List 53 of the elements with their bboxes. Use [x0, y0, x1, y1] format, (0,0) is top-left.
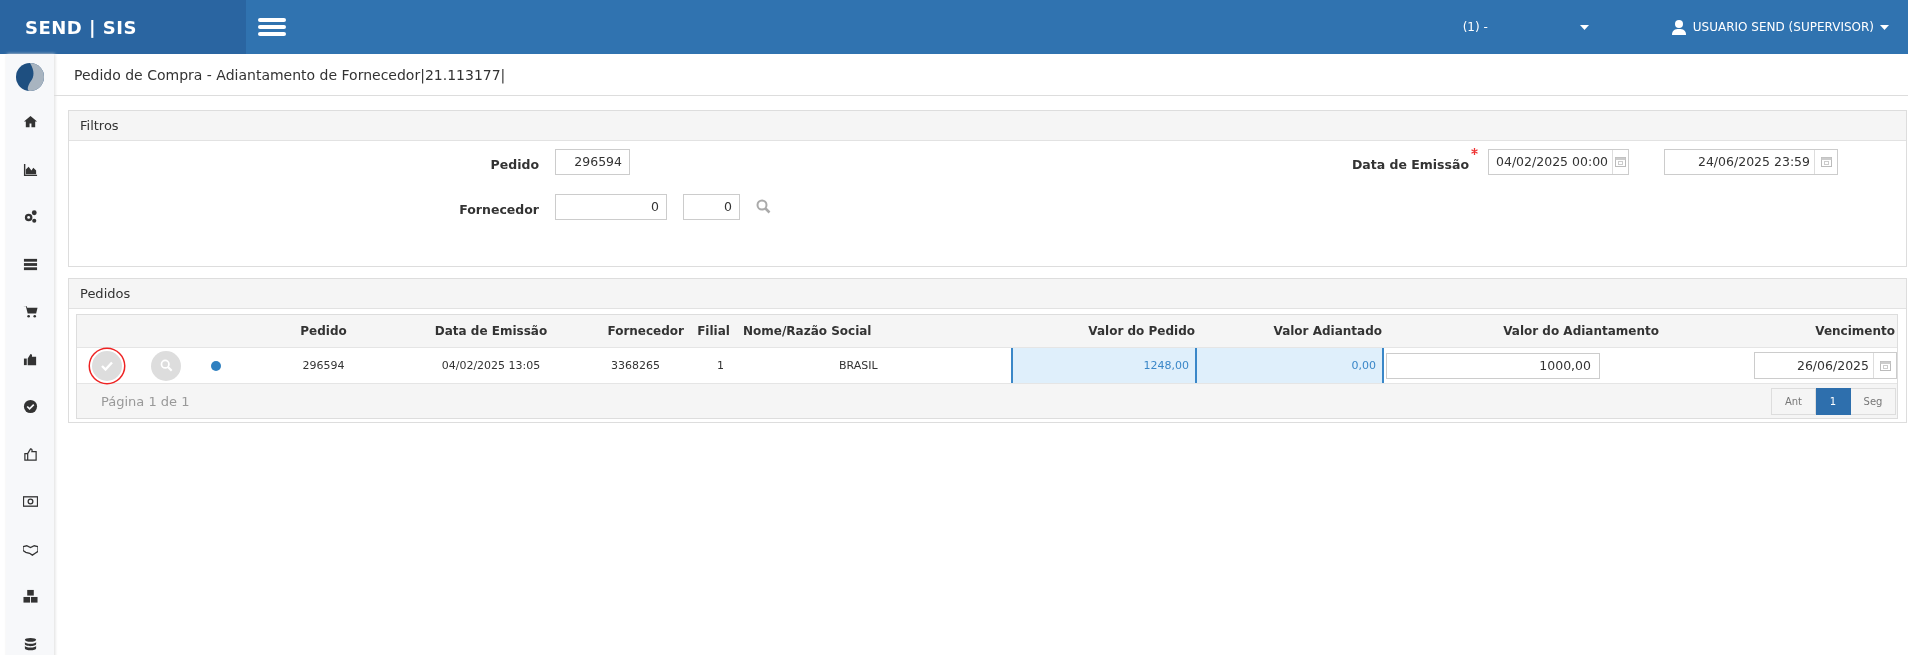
area-chart-icon[interactable] [22, 161, 38, 177]
column-header[interactable]: Data de Emissão [434, 324, 548, 338]
menu-icon[interactable] [258, 17, 286, 37]
thumbs-up-icon[interactable] [22, 446, 38, 462]
company-selector[interactable]: (1) - [1462, 20, 1488, 34]
input-field[interactable]: 0 [683, 193, 740, 220]
table-cell: 1 [717, 359, 724, 372]
page-info: Página 1 de 1 [101, 393, 190, 409]
page-title: Pedido de Compra - Adiantamento de Fornecedor|21.113177| [74, 66, 506, 83]
caret-icon[interactable] [1579, 24, 1589, 30]
field-label: Fornecedor [458, 202, 539, 217]
search-icon [159, 359, 173, 372]
date-field[interactable]: 26/06/2025 [1754, 352, 1897, 379]
column-header[interactable]: Vencimento [1815, 324, 1895, 338]
column-header[interactable]: Valor do Pedido [1088, 324, 1195, 338]
user-menu[interactable]: USUARIO SEND (SUPERVISOR) [1692, 20, 1874, 34]
table-cell: 04/02/2025 13:05 [441, 359, 541, 372]
table-cell: 1248,00 [1011, 348, 1197, 383]
page-button[interactable]: Ant [1771, 387, 1816, 415]
table-cell: BRASIL [839, 359, 878, 372]
logo-icon[interactable] [15, 62, 45, 92]
column-header[interactable]: Nome/Razão Social [743, 324, 872, 338]
banknote-icon[interactable] [22, 494, 38, 510]
cubes-icon[interactable] [22, 589, 38, 605]
table-cell: 0,00 [1197, 348, 1384, 383]
column-header[interactable]: Valor do Adiantamento [1503, 324, 1659, 338]
brand-logo[interactable]: SEND | SIS [0, 0, 246, 54]
column-header[interactable]: Fornecedor [607, 324, 684, 338]
input-field[interactable]: 0 [555, 193, 667, 220]
check-circle-icon[interactable] [22, 399, 38, 415]
column-header[interactable]: Filial [697, 324, 730, 338]
check-icon [100, 360, 113, 371]
caret-icon[interactable] [1880, 24, 1889, 30]
input-field[interactable]: 1000,00 [1386, 352, 1600, 379]
approve-button[interactable] [91, 350, 122, 381]
field-label: Data de Emissão [1351, 157, 1469, 172]
panel-title: Pedidos [80, 286, 131, 301]
page-button[interactable]: Seg [1851, 387, 1896, 415]
list-icon[interactable] [22, 256, 38, 272]
table-cell: 296594 [302, 359, 345, 372]
database-icon[interactable] [22, 636, 38, 652]
panel-title: Filtros [80, 118, 119, 133]
table-cell: 3368265 [611, 359, 660, 372]
input-field[interactable]: 296594 [555, 148, 630, 175]
column-header[interactable]: Valor Adiantado [1273, 324, 1382, 338]
column-header[interactable]: Pedido [300, 324, 347, 338]
date-field[interactable]: 04/02/2025 00:00 [1488, 148, 1629, 175]
thumbs-up-icon[interactable] [22, 351, 38, 367]
field-label: Pedido [489, 157, 539, 172]
user-icon [1670, 19, 1687, 35]
home-icon[interactable] [22, 114, 38, 130]
page-button[interactable]: 1 [1816, 387, 1851, 415]
date-field[interactable]: 24/06/2025 23:59 [1664, 148, 1838, 175]
